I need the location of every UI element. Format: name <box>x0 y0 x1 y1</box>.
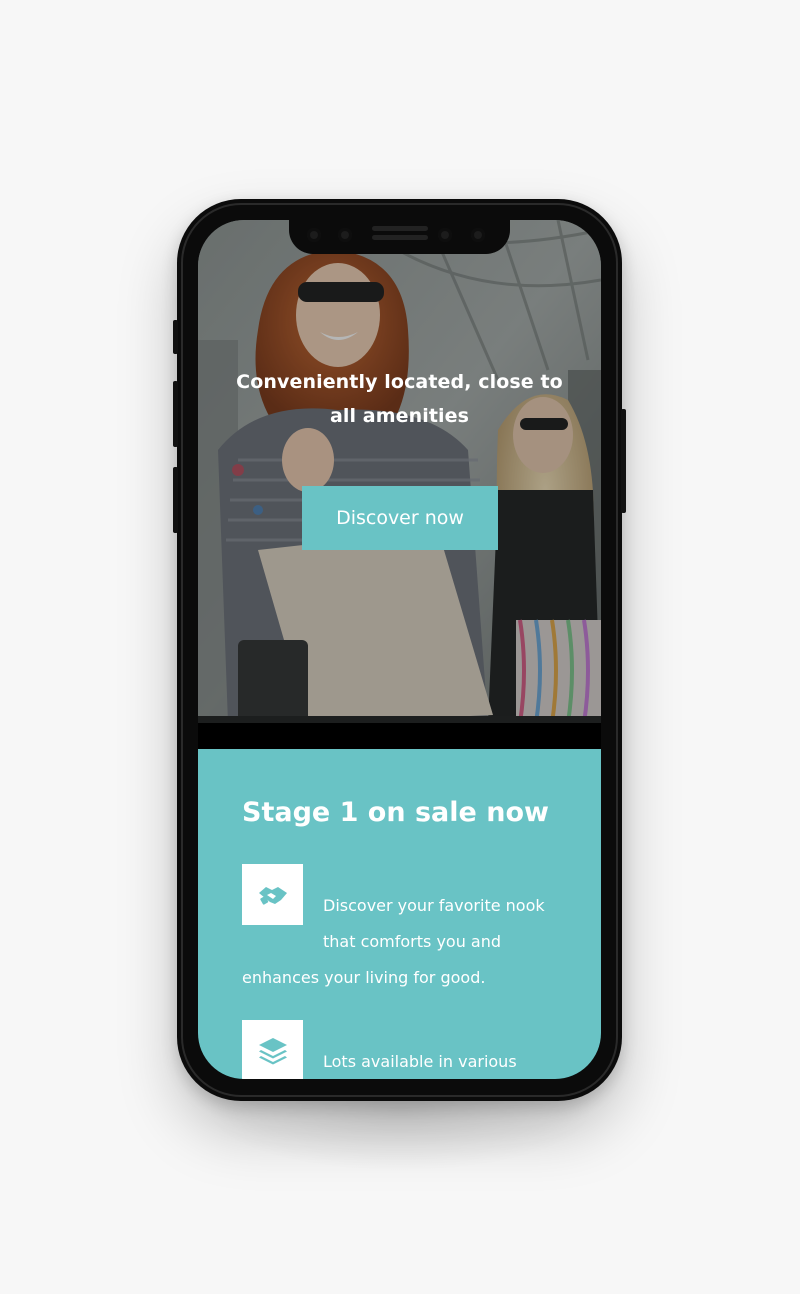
feature-item: Discover your favorite nook that comfort… <box>242 864 562 996</box>
notch <box>289 220 510 254</box>
phone-frame: Conveniently located, close to all ameni… <box>173 199 626 1101</box>
mockup-stage: Conveniently located, close to all ameni… <box>0 0 800 1294</box>
feature-item: Lots available in various <box>242 1020 562 1079</box>
feature-icon-tile <box>242 1020 303 1079</box>
feature-icon-tile <box>242 864 303 925</box>
power-button <box>621 409 626 513</box>
phone-screen: Conveniently located, close to all ameni… <box>198 220 601 1079</box>
hero-dark-overlay <box>198 220 601 723</box>
stage-1-section: Stage 1 on sale now Discover your favori… <box>198 749 601 1079</box>
camera-icon <box>338 228 352 242</box>
hero-section: Conveniently located, close to all ameni… <box>198 220 601 723</box>
section-divider <box>198 723 601 749</box>
volume-up-button <box>173 381 178 447</box>
sensor-icon <box>438 228 452 242</box>
section-heading: Stage 1 on sale now <box>242 797 549 828</box>
speaker-grille <box>372 226 428 231</box>
handshake-icon <box>259 887 287 905</box>
front-camera-icon <box>471 228 485 242</box>
hero-title: Conveniently located, close to all ameni… <box>236 371 563 427</box>
discover-now-button[interactable]: Discover now <box>302 486 498 550</box>
layers-icon <box>259 1038 287 1065</box>
speaker-grille <box>372 235 428 240</box>
sensor-icon <box>307 228 321 242</box>
volume-down-button <box>173 467 178 533</box>
feature-text: Lots available in various <box>323 1052 517 1071</box>
silent-switch <box>173 320 178 354</box>
